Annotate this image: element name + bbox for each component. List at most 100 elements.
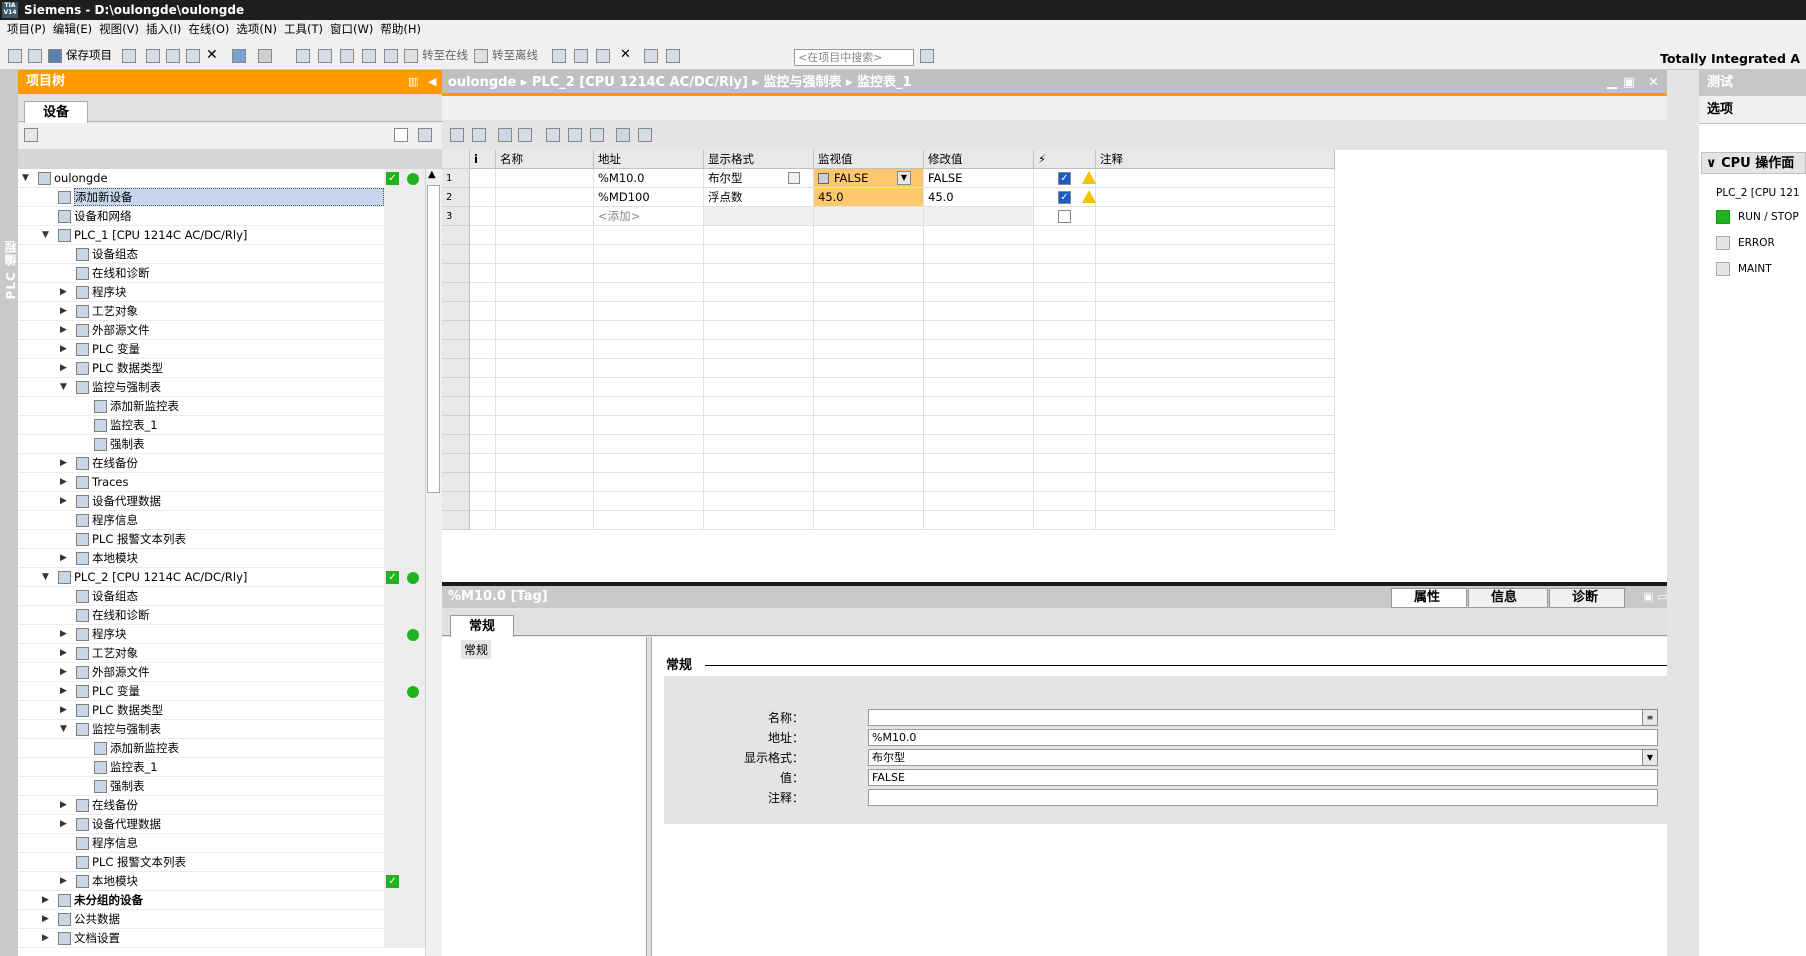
go-offline-button[interactable]: 转至离线 (492, 47, 538, 63)
tree-item[interactable]: ▶ PLC 数据类型 (18, 701, 425, 720)
table-cell[interactable] (470, 473, 496, 492)
table-cell[interactable] (814, 511, 924, 530)
tree-item[interactable]: ▼ oulongde ✓ (18, 169, 425, 188)
table-cell[interactable] (704, 492, 814, 511)
table-cell[interactable] (814, 245, 924, 264)
modify-value-cell[interactable] (924, 207, 1034, 226)
monitor-once-icon[interactable] (638, 128, 652, 142)
menu-item-3[interactable]: 插入(I) (146, 20, 181, 38)
column-header[interactable]: 修改值 (924, 150, 1034, 169)
devices-tab[interactable]: 设备 (24, 101, 88, 123)
table-cell[interactable] (496, 416, 594, 435)
table-row[interactable]: 2 %MD100 浮点数 45.0 45.0 ✓ (442, 188, 1667, 207)
collapse-arrow-icon[interactable]: ▶ (60, 625, 67, 644)
table-cell[interactable] (594, 245, 704, 264)
collapse-arrow-icon[interactable]: ▶ (60, 492, 67, 511)
table-cell[interactable] (594, 302, 704, 321)
insert-row-icon[interactable] (450, 128, 464, 142)
table-cell[interactable] (924, 226, 1034, 245)
table-cell[interactable] (496, 340, 594, 359)
tree-item[interactable]: ▶ PLC 变量 (18, 340, 425, 359)
delete-icon[interactable]: ✕ (206, 48, 220, 62)
table-row[interactable] (442, 283, 1667, 302)
expand-arrow-icon[interactable]: ▼ (60, 378, 67, 397)
table-cell[interactable] (1034, 378, 1096, 397)
table-cell[interactable] (704, 321, 814, 340)
table-cell[interactable] (814, 226, 924, 245)
tree-item[interactable]: ▶ PLC 数据类型 (18, 359, 425, 378)
table-cell[interactable] (924, 416, 1034, 435)
table-cell[interactable] (924, 302, 1034, 321)
modify-checkbox[interactable]: ✓ (1058, 191, 1071, 204)
table-cell[interactable] (1096, 283, 1335, 302)
format-cell[interactable] (704, 207, 814, 226)
table-cell[interactable] (924, 245, 1034, 264)
table-cell[interactable] (1034, 492, 1096, 511)
collapse-arrow-icon[interactable]: ▶ (60, 454, 67, 473)
show-overview-icon[interactable] (418, 128, 432, 142)
tree-item[interactable]: 添加新设备 (18, 188, 425, 207)
table-cell[interactable] (704, 226, 814, 245)
table-row[interactable] (442, 473, 1667, 492)
table-cell[interactable] (1096, 435, 1335, 454)
name-field[interactable] (868, 709, 1658, 726)
table-cell[interactable] (1096, 207, 1335, 226)
tree-item[interactable]: 监控表_1 (18, 758, 425, 777)
table-cell[interactable] (496, 188, 594, 207)
trigger-icon[interactable] (518, 128, 532, 142)
table-row[interactable] (442, 340, 1667, 359)
table-cell[interactable] (924, 492, 1034, 511)
collapse-arrow-icon[interactable]: ▶ (60, 549, 67, 568)
comment-field[interactable] (868, 789, 1658, 806)
table-cell[interactable] (470, 169, 496, 188)
table-cell[interactable] (924, 264, 1034, 283)
tree-item[interactable]: 添加新监控表 (18, 397, 425, 416)
collapse-arrow-icon[interactable]: ▶ (60, 701, 67, 720)
column-header[interactable]: 显示格式 (704, 150, 814, 169)
tree-item[interactable]: ▶ 本地模块 (18, 549, 425, 568)
column-header[interactable]: i (470, 150, 496, 169)
menu-item-4[interactable]: 在线(O) (188, 20, 229, 38)
table-cell[interactable] (470, 302, 496, 321)
modify-now-icon[interactable] (546, 128, 560, 142)
table-cell[interactable] (470, 416, 496, 435)
minimize-editor-icon[interactable]: ▁ (1607, 70, 1617, 96)
table-cell[interactable] (496, 283, 594, 302)
extended-mode-icon[interactable] (498, 128, 512, 142)
table-cell[interactable] (470, 340, 496, 359)
tab-diagnostics[interactable]: 诊断 (1549, 588, 1625, 608)
tree-item[interactable]: 添加新监控表 (18, 739, 425, 758)
menu-item-0[interactable]: 项目(P) (7, 20, 46, 38)
modify-value-cell[interactable]: FALSE (924, 169, 1034, 188)
table-cell[interactable] (924, 473, 1034, 492)
tree-item[interactable]: 在线和诊断 (18, 606, 425, 625)
new-project-icon[interactable] (8, 49, 22, 63)
start-cpu-icon[interactable] (574, 49, 588, 63)
table-cell[interactable] (924, 454, 1034, 473)
expand-arrow-icon[interactable]: ▼ (42, 568, 49, 587)
enable-peripheral-icon[interactable] (590, 128, 604, 142)
table-cell[interactable] (704, 245, 814, 264)
close-editor-icon[interactable]: ✕ (1648, 70, 1659, 96)
go-online-button[interactable]: 转至在线 (422, 47, 468, 63)
table-row[interactable]: 3 <添加> (442, 207, 1667, 226)
table-cell[interactable] (496, 264, 594, 283)
expand-arrow-icon[interactable]: ▼ (42, 226, 49, 245)
collapse-arrow-icon[interactable]: ▶ (60, 682, 67, 701)
value-field[interactable]: FALSE (868, 769, 1658, 786)
table-cell[interactable] (470, 511, 496, 530)
table-cell[interactable] (470, 378, 496, 397)
format-dropdown-icon[interactable]: ▼ (897, 171, 911, 185)
tree-item[interactable]: 强制表 (18, 435, 425, 454)
cut-icon[interactable] (146, 49, 160, 63)
column-header[interactable]: ⚡ (1034, 150, 1096, 169)
collapse-arrow-icon[interactable]: ▶ (60, 283, 67, 302)
table-cell[interactable] (1096, 492, 1335, 511)
table-cell[interactable] (594, 416, 704, 435)
tab-properties[interactable]: 属性 (1391, 588, 1467, 608)
table-cell[interactable] (470, 435, 496, 454)
table-cell[interactable] (814, 283, 924, 302)
table-cell[interactable] (924, 378, 1034, 397)
table-cell[interactable] (704, 473, 814, 492)
search-icon[interactable] (920, 49, 934, 63)
